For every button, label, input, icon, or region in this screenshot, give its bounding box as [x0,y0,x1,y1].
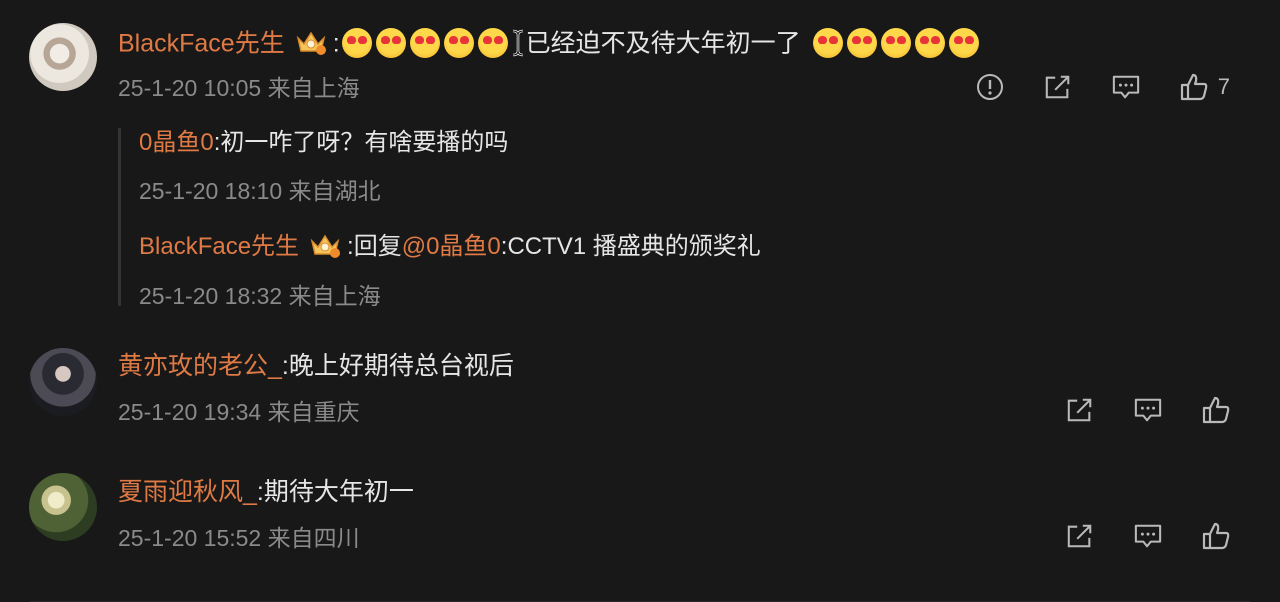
reply-text: :初一咋了呀？有啥要播的吗 [213,129,509,156]
reply-item: BlackFace先生 :回复@0晶鱼0:CCTV1 播盛典的颁奖礼 25-1-… [139,233,761,309]
share-icon [1045,75,1070,99]
share-button[interactable] [1066,522,1094,550]
comment-item: BlackFace先生 : 已经迫不及待大年初一了 25-1-20 10:05 来… [0,0,1280,320]
report-icon [976,74,1003,100]
comment-text: :晚上好期待总台视后 [281,352,514,380]
like-button[interactable] [1202,522,1230,550]
share-button[interactable] [1044,73,1072,101]
comment-item: 黄亦玫的老公_:晚上好期待总台视后 25-1-20 19:34 来自重庆 [0,340,1280,450]
avatar[interactable] [29,348,97,416]
heart-eyes-emoji [846,28,877,58]
comment-item: 夏雨迎秋风_:期待大年初一 25-1-20 15:52 来自四川 [0,466,1280,602]
reply-item: 0晶鱼0:初一咋了呀？有啥要播的吗 25-1-20 18:10 来自湖北 [139,128,508,206]
comment-username[interactable]: 黄亦玫的老公_ [118,352,282,380]
reply-meta: 25-1-20 18:10 来自湖北 [139,178,381,204]
comment-text: 已经迫不及待大年初一了 [525,29,801,58]
thumbs-up-icon [1202,522,1230,550]
comment-icon [1112,75,1139,99]
crown-badge-icon [310,234,341,258]
reply-meta: 25-1-20 18:32 来自上海 [139,282,381,309]
comment-icon [1134,398,1162,422]
mention-link[interactable]: @0晶鱼0 [402,233,501,260]
comment-actions [1066,522,1230,550]
heart-eyes-emoji [341,28,372,58]
reply-button[interactable] [1112,73,1140,101]
heart-eyes-emoji [375,28,406,58]
text-cursor-icon [512,29,523,57]
reply-text: :CCTV1 播盛典的颁奖礼 [500,233,761,260]
comment-actions: 7 [976,73,1230,101]
heart-eyes-emoji [443,28,474,58]
reply-button[interactable] [1134,396,1162,424]
share-icon [1067,524,1092,548]
heart-eyes-emoji [409,28,440,58]
heart-eyes-emoji [914,28,945,58]
like-button[interactable] [1202,396,1230,424]
avatar[interactable] [29,23,97,91]
share-button[interactable] [1066,396,1094,424]
like-count: 7 [1217,74,1230,99]
reply-thread: 0晶鱼0:初一咋了呀？有啥要播的吗 25-1-20 18:10 来自湖北 Bla… [118,128,1221,309]
heart-eyes-emoji [880,28,911,58]
comment-actions [1066,396,1230,424]
like-button[interactable]: 7 [1180,73,1230,101]
comment-meta: 25-1-20 19:34 来自重庆 [118,399,360,425]
comment-meta: 25-1-20 10:05 来自上海 [118,75,360,101]
report-button[interactable] [976,73,1004,101]
comment-meta: 25-1-20 15:52 来自四川 [118,525,360,551]
crown-badge-icon [296,31,326,55]
heart-eyes-emoji [812,28,843,58]
reply-username[interactable]: 0晶鱼0 [139,129,214,156]
reply-button[interactable] [1134,522,1162,550]
reply-username[interactable]: BlackFace先生 [139,233,299,260]
thumbs-up-icon [1202,396,1230,424]
comment-username[interactable]: 夏雨迎秋风_ [118,478,257,506]
thumbs-up-icon [1180,73,1208,101]
comment-text: :期待大年初一 [256,478,414,506]
comment-username[interactable]: BlackFace先生 [118,30,285,58]
avatar[interactable] [29,473,97,541]
comment-icon [1134,524,1162,548]
share-icon [1067,398,1092,422]
heart-eyes-emoji [948,28,979,58]
heart-eyes-emoji [477,28,508,58]
